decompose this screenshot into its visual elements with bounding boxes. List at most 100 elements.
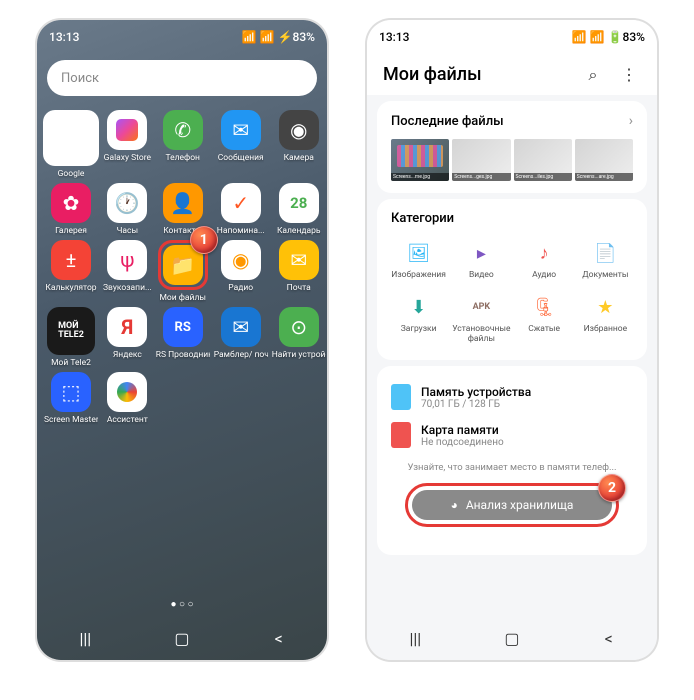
recents-button[interactable]: ||| [395,629,435,648]
page-indicator: ● ○ ○ [37,593,327,616]
more-icon[interactable]: ⋮ [617,65,641,84]
sd-sub: Не подсоединено [421,437,504,448]
app-screen-master[interactable]: ⬚Screen Master [43,372,99,425]
status-time: 13:13 [49,30,79,44]
app-calendar[interactable]: 28Календарь [272,183,326,236]
category-video[interactable]: ▸ Видео [452,236,510,284]
app-telefon[interactable]: ✆Телефон [156,110,210,179]
app-galaxy-store[interactable]: Galaxy Store [103,110,152,179]
category-audio[interactable]: ♪Аудио [517,236,572,284]
app-label: Календарь [277,226,321,236]
app-mail[interactable]: ✉Почта [272,240,326,303]
phone-home-screen: 13:13 📶 📶 ⚡83% Поиск Google Galaxy Store ✆… [37,20,327,660]
phone-storage-icon [391,384,411,410]
app-rambler[interactable]: ✉Рамблер/ почта [214,307,268,368]
apk-icon: APK [468,294,494,320]
nav-bar: ||| ▢ < [367,616,657,660]
category-label: Избранное [584,324,628,334]
recent-title: Последние файлы [391,114,504,129]
recents-button[interactable]: ||| [65,629,105,648]
app-header: Мои файлы ⌕ ⋮ [367,54,657,95]
category-downloads[interactable]: ⬇Загрузки [391,290,446,348]
video-icon: ▸ [468,240,494,266]
app-camera[interactable]: ◉Камера [272,110,326,179]
app-title: Мои файлы [383,64,569,85]
app-rs[interactable]: RSRS Проводник [156,307,210,368]
thumbnail[interactable]: Screens...are.jpg [575,139,633,181]
app-gallery[interactable]: ✿Галерея [43,183,99,236]
app-label: Галерея [55,226,87,236]
category-label: Аудио [532,270,556,280]
app-label: Радио [228,283,253,293]
app-label: Найти устройство [272,350,326,360]
status-time: 13:13 [379,30,409,44]
status-bar: 13:13 📶 📶 🔋83% [367,20,657,54]
status-right: 📶 📶 ⚡83% [242,30,315,44]
app-calculator[interactable]: ±Калькулятор [43,240,99,303]
home-button[interactable]: ▢ [162,629,202,648]
documents-icon: 📄 [592,240,618,266]
back-button[interactable]: < [589,629,629,648]
app-radio[interactable]: ◉Радио [214,240,268,303]
internal-title: Память устройства [421,385,531,399]
app-grid: Google Galaxy Store ✆Телефон✉Сообщения◉Кам… [37,102,327,433]
app-reminder[interactable]: ✓Напомина... [214,183,268,236]
category-images[interactable]: 🖼Изображения [391,236,446,284]
phone-files-app: 13:13 📶 📶 🔋83% Мои файлы ⌕ ⋮ Последние ф… [367,20,657,660]
app-label: Сообщения [218,153,264,163]
app-label: RS Проводник [156,350,210,360]
app-clock[interactable]: 🕐Часы [103,183,152,236]
app-label: Яндекс [113,350,142,360]
app-recorder[interactable]: ψЗвукозапи... [103,240,152,303]
app-label: Screen Master [44,415,98,425]
category-archives[interactable]: 🗜Сжатые [517,290,572,348]
app-label: Galaxy Store [104,153,151,163]
app-label: Google [58,169,85,179]
app-assistant[interactable]: Ассистент [103,372,152,425]
recent-thumbs: Screens...me.jpgScreens...ges.jpgScreens… [391,139,633,181]
categories-grid: 🖼Изображения ▸ Видео ♪Аудио📄Документы ⬇Загру… [391,236,633,348]
categories-title: Категории [391,211,454,226]
sd-card-icon [391,422,411,448]
app-label: Камера [284,153,314,163]
app-google[interactable]: Google [43,110,99,179]
category-documents[interactable]: 📄Документы [578,236,633,284]
home-button[interactable]: ▢ [492,629,532,648]
downloads-icon: ⬇ [406,294,432,320]
analyze-label: Анализ хранилища [466,498,574,512]
status-right: 📶 📶 🔋83% [572,30,645,44]
thumbnail[interactable]: Screens...iles.jpg [514,139,572,181]
app-my-files[interactable]: 📁1Мои файлы [156,240,210,303]
recent-files-card[interactable]: Последние файлы › Screens...me.jpgScreen… [377,101,647,193]
search-bar[interactable]: Поиск [47,60,317,96]
category-favorites[interactable]: ★ Избранное [578,290,633,348]
internal-storage[interactable]: Память устройства 70,01 ГБ / 128 ГБ [391,378,633,416]
category-label: Изображения [391,270,446,280]
app-label: Почта [287,283,311,293]
favorites-icon: ★ [592,294,618,320]
app-label: Мой Tele2 [51,358,91,368]
app-label: Телефон [165,153,200,163]
analyze-button[interactable]: ◕ Анализ хранилища [412,490,612,520]
search-icon[interactable]: ⌕ [581,65,605,85]
app-messages[interactable]: ✉Сообщения [214,110,268,179]
storage-hint: Узнайте, что занимает место в памяти тел… [391,462,633,473]
app-tele2[interactable]: МОЙTELE2Мой Tele2 [43,307,99,368]
sd-card-storage[interactable]: Карта памяти Не подсоединено [391,416,633,454]
analyze-highlight: ◕ Анализ хранилища 2 [405,483,619,527]
thumbnail[interactable]: Screens...ges.jpg [452,139,510,181]
app-label: Часы [117,226,139,236]
thumbnail[interactable]: Screens...me.jpg [391,139,449,181]
status-bar: 13:13 📶 📶 ⚡83% [37,20,327,54]
chevron-right-icon: › [629,113,633,129]
category-label: Сжатые [528,324,560,334]
app-yandex[interactable]: ЯЯндекс [103,307,152,368]
back-button[interactable]: < [259,629,299,648]
nav-bar: ||| ▢ < [37,616,327,660]
app-find[interactable]: ⊙Найти устройство [272,307,326,368]
sd-title: Карта памяти [421,423,504,437]
callout-badge-2: 2 [598,474,626,502]
category-apk[interactable]: APKУстановочные файлы [452,290,510,348]
category-label: Видео [469,270,494,280]
app-label: Ассистент [107,415,148,425]
